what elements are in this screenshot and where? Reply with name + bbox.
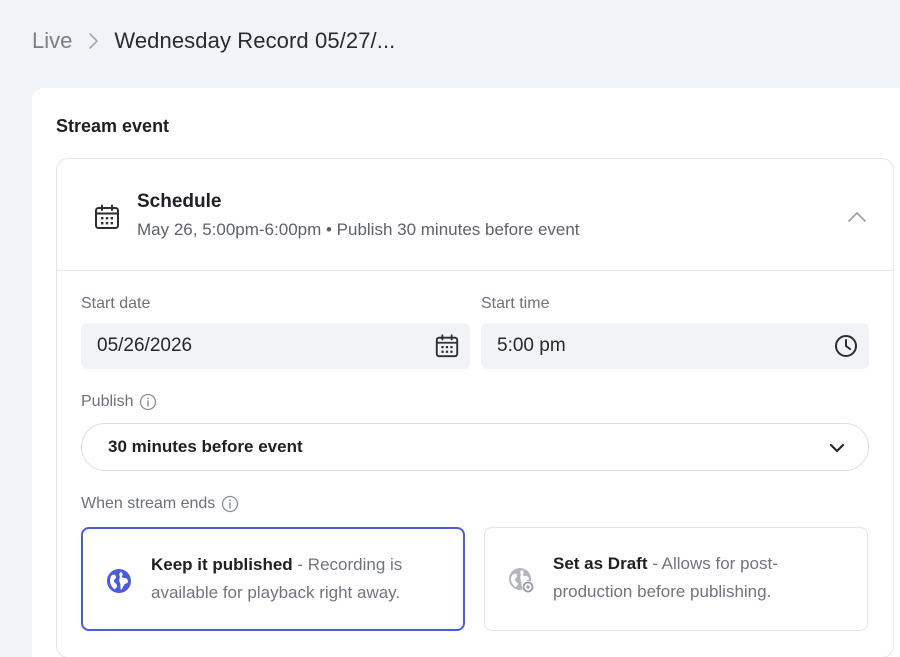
breadcrumb: Live Wednesday Record 05/27/... <box>32 26 395 56</box>
schedule-summary: May 26, 5:00pm-6:00pm • Publish 30 minut… <box>137 220 580 239</box>
option-title: Set as Draft <box>553 554 648 573</box>
start-date-input[interactable]: 05/26/2026 <box>81 323 470 369</box>
globe-icon <box>105 567 133 595</box>
option-set-draft[interactable]: Set as Draft - Allows for post-productio… <box>484 527 868 631</box>
publish-label: Publish <box>81 393 134 410</box>
stream-event-card: Stream event Schedule May 26, 5:00pm-6:0… <box>32 88 900 657</box>
schedule-panel: Schedule May 26, 5:00pm-6:00pm • Publish… <box>56 158 894 657</box>
start-time-input[interactable]: 5:00 pm <box>481 323 869 369</box>
breadcrumb-live-link[interactable]: Live <box>32 28 72 54</box>
start-time-label: Start time <box>481 295 550 312</box>
start-date-value: 05/26/2026 <box>97 335 193 356</box>
info-icon[interactable] <box>139 393 157 411</box>
stream-ends-label-row: When stream ends <box>81 495 239 513</box>
option-keep-published[interactable]: Keep it published - Recording is availab… <box>81 527 465 631</box>
calendar-icon[interactable] <box>434 333 460 359</box>
schedule-header[interactable]: Schedule May 26, 5:00pm-6:00pm • Publish… <box>57 159 893 271</box>
calendar-icon <box>93 203 121 231</box>
stream-ends-label: When stream ends <box>81 495 216 512</box>
info-icon[interactable] <box>221 495 239 513</box>
option-keep-published-text: Keep it published - Recording is availab… <box>151 551 451 607</box>
chevron-right-icon <box>80 26 106 56</box>
publish-select-value: 30 minutes before event <box>108 437 303 456</box>
chevron-down-icon <box>826 437 848 459</box>
option-title: Keep it published <box>151 555 293 574</box>
schedule-title: Schedule <box>137 191 222 212</box>
start-date-label: Start date <box>81 295 151 312</box>
publish-label-row: Publish <box>81 393 157 411</box>
breadcrumb-current: Wednesday Record 05/27/... <box>114 28 396 53</box>
clock-icon[interactable] <box>833 333 859 359</box>
globe-gear-icon <box>507 566 535 594</box>
chevron-up-icon[interactable] <box>843 203 871 231</box>
publish-select[interactable]: 30 minutes before event <box>81 423 869 471</box>
section-title: Stream event <box>56 116 170 136</box>
option-set-draft-text: Set as Draft - Allows for post-productio… <box>553 550 853 606</box>
start-time-value: 5:00 pm <box>497 335 566 356</box>
